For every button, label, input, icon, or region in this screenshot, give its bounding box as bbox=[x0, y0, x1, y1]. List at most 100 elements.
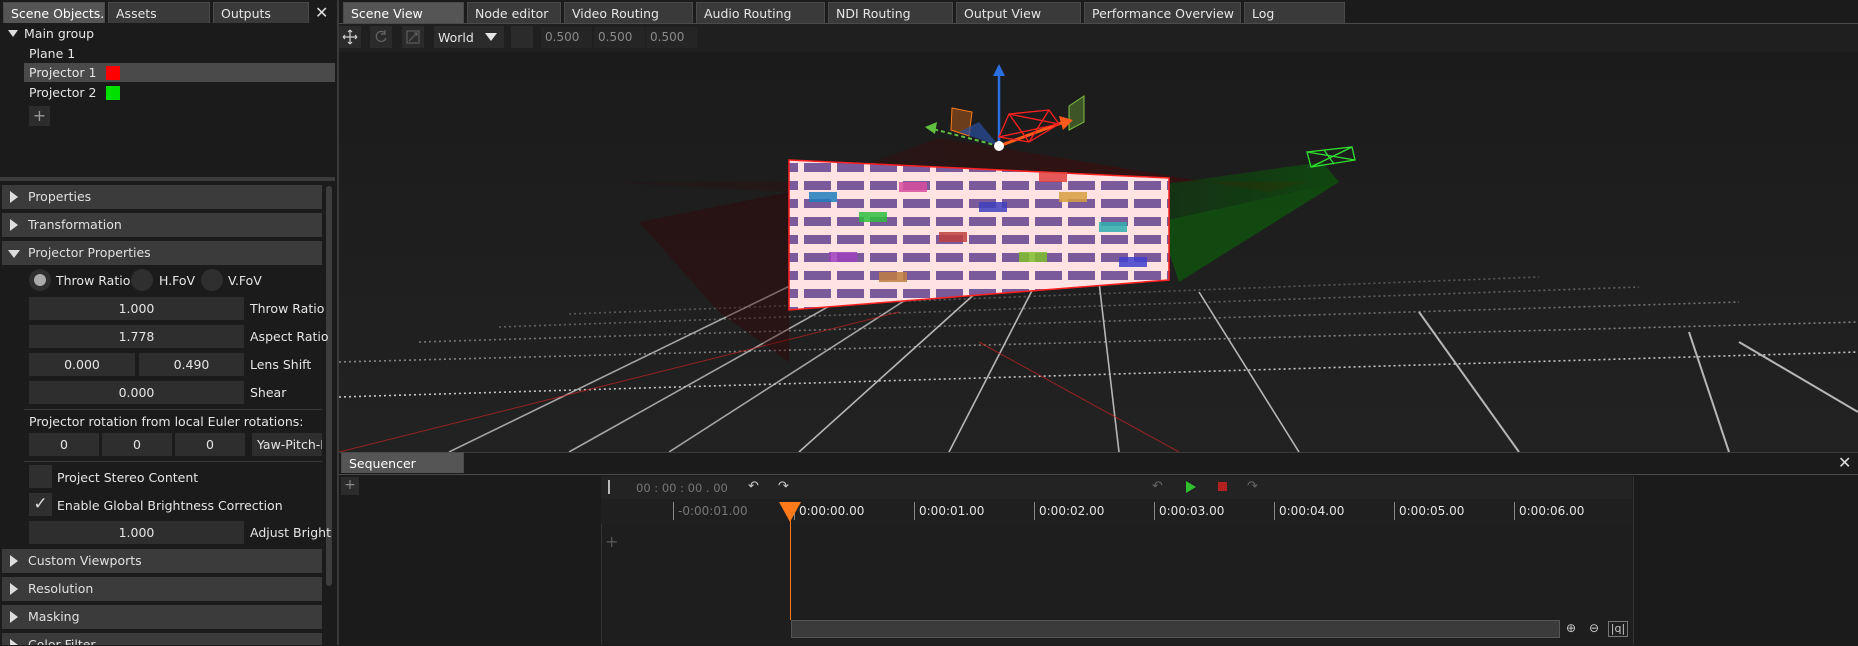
toolbar-value-y[interactable]: 0.500 bbox=[594, 27, 645, 48]
tree-group-label[interactable]: Main group bbox=[24, 26, 94, 41]
projector-2-color-swatch[interactable] bbox=[106, 86, 120, 100]
rotate-tool-icon[interactable] bbox=[370, 26, 392, 48]
tab-ndi-routing[interactable]: NDI Routing bbox=[828, 2, 953, 23]
section-label: Resolution bbox=[28, 581, 94, 596]
tick-label: 0:00:04.00 bbox=[1273, 502, 1345, 520]
radio-vfov[interactable] bbox=[201, 269, 223, 291]
toolbar-value-z[interactable]: 0.500 bbox=[646, 27, 697, 48]
stereo-label: Project Stereo Content bbox=[57, 470, 199, 485]
projector-1-color-swatch[interactable] bbox=[106, 66, 120, 80]
section-label: Transformation bbox=[28, 217, 122, 232]
aspect-ratio-field[interactable]: 1.778 bbox=[29, 325, 244, 348]
rotation-caption: Projector rotation from local Euler rota… bbox=[29, 414, 304, 429]
section-color-filter[interactable]: Color Filter bbox=[2, 633, 322, 645]
lens-shift-label: Lens Shift bbox=[250, 357, 312, 372]
expand-arrow-icon bbox=[10, 191, 18, 203]
lens-shift-x-field[interactable]: 0.000 bbox=[29, 353, 135, 376]
tree-item-projector-2[interactable]: Projector 2 bbox=[29, 85, 96, 100]
loop-start-icon[interactable]: ↶ bbox=[748, 479, 759, 494]
tab-assets[interactable]: Assets bbox=[108, 2, 210, 23]
tab-node-editor[interactable]: Node editor bbox=[467, 2, 561, 23]
move-tool-icon[interactable] bbox=[339, 26, 361, 48]
space-select[interactable]: World bbox=[434, 26, 504, 48]
sequencer-tab-line bbox=[339, 474, 1858, 475]
tick-label: 0:00:01.00 bbox=[913, 502, 985, 520]
tab-video-routing[interactable]: Video Routing bbox=[564, 2, 693, 23]
stereo-checkbox[interactable] bbox=[29, 465, 52, 488]
section-masking[interactable]: Masking bbox=[2, 605, 322, 629]
brightness-label: Enable Global Brightness Correction bbox=[57, 498, 283, 513]
brightness-adjust-label: Adjust Bright bbox=[250, 525, 331, 540]
tick-label: 0:00:00.00 bbox=[793, 502, 865, 520]
expand-arrow-icon bbox=[10, 611, 18, 623]
panel-splitter[interactable] bbox=[0, 177, 335, 181]
playhead-line bbox=[790, 520, 791, 620]
section-resolution[interactable]: Resolution bbox=[2, 577, 322, 601]
section-transformation[interactable]: Transformation bbox=[2, 213, 322, 237]
tree-item-plane-1[interactable]: Plane 1 bbox=[29, 46, 75, 61]
divider bbox=[24, 461, 322, 462]
tab-scene-view[interactable]: Scene View bbox=[343, 2, 464, 23]
group-expand-icon[interactable] bbox=[8, 30, 18, 37]
section-label: Projector Properties bbox=[28, 245, 151, 260]
tab-output-view[interactable]: Output View bbox=[956, 2, 1081, 23]
brightness-checkbox[interactable]: ✓ bbox=[29, 493, 52, 516]
play-icon[interactable] bbox=[1186, 481, 1196, 493]
section-label: Custom Viewports bbox=[28, 553, 142, 568]
section-projector-properties[interactable]: Projector Properties bbox=[2, 241, 322, 265]
section-properties[interactable]: Properties bbox=[2, 185, 322, 209]
rotation-yaw-field[interactable]: 0 bbox=[29, 433, 99, 456]
close-icon[interactable]: ✕ bbox=[315, 5, 328, 21]
timeline-ruler[interactable] bbox=[601, 499, 1632, 524]
forward-icon[interactable]: ↷ bbox=[1247, 479, 1258, 494]
add-keyframe-icon[interactable]: + bbox=[605, 532, 618, 551]
toolbar-value-x[interactable]: 0.500 bbox=[541, 27, 592, 48]
aspect-ratio-label: Aspect Ratio bbox=[250, 329, 329, 344]
tab-outputs[interactable]: Outputs bbox=[213, 2, 309, 23]
tree-item-projector-1[interactable]: Projector 1 bbox=[29, 65, 96, 80]
snap-toggle[interactable] bbox=[511, 26, 533, 48]
playhead-handle[interactable] bbox=[779, 502, 801, 522]
rotation-mode-select[interactable]: Yaw-Pitch-R bbox=[252, 433, 322, 456]
scale-tool-icon[interactable] bbox=[402, 26, 424, 48]
section-custom-viewports[interactable]: Custom Viewports bbox=[2, 549, 322, 573]
expand-arrow-icon bbox=[10, 555, 18, 567]
sequencer-close-icon[interactable]: ✕ bbox=[1838, 455, 1851, 471]
radio-throw-ratio-label: Throw Ratio bbox=[56, 273, 131, 288]
loop-end-icon[interactable]: ↷ bbox=[778, 479, 789, 494]
section-label: Color Filter bbox=[28, 637, 96, 645]
timeline-scrollbar[interactable] bbox=[791, 620, 1560, 638]
add-object-button[interactable]: + bbox=[29, 106, 50, 126]
scene-render bbox=[339, 52, 1858, 452]
radio-throw-ratio[interactable] bbox=[29, 269, 51, 291]
expand-arrow-icon bbox=[10, 639, 18, 645]
radio-hfov-label: H.FoV bbox=[159, 273, 196, 288]
tab-performance-overview[interactable]: Performance Overview bbox=[1084, 2, 1241, 23]
marker-icon[interactable] bbox=[608, 480, 610, 494]
stop-icon[interactable] bbox=[1218, 482, 1227, 491]
lens-shift-y-field[interactable]: 0.490 bbox=[139, 353, 244, 376]
timecode-display: 00 : 00 : 00 . 00 bbox=[636, 481, 728, 495]
tab-log[interactable]: Log bbox=[1244, 2, 1345, 23]
divider bbox=[24, 409, 322, 410]
throw-ratio-field[interactable]: 1.000 bbox=[29, 297, 244, 320]
chevron-down-icon bbox=[485, 33, 497, 41]
rotation-roll-field[interactable]: 0 bbox=[175, 433, 245, 456]
tick-label: 0:00:02.00 bbox=[1033, 502, 1105, 520]
tab-audio-routing[interactable]: Audio Routing bbox=[696, 2, 825, 23]
tab-scene-objects[interactable]: Scene Objects... bbox=[3, 2, 105, 23]
zoom-out-icon[interactable]: ⊖ bbox=[1585, 621, 1603, 637]
throw-ratio-label: Throw Ratio bbox=[250, 301, 325, 316]
tick-label: 0:00:03.00 bbox=[1153, 502, 1225, 520]
tick-label: 0:00:05.00 bbox=[1393, 502, 1465, 520]
tab-sequencer[interactable]: Sequencer bbox=[341, 452, 464, 473]
add-track-button[interactable]: + bbox=[341, 477, 359, 495]
radio-hfov[interactable] bbox=[131, 269, 153, 291]
brightness-field[interactable]: 1.000 bbox=[29, 521, 244, 544]
shear-field[interactable]: 0.000 bbox=[29, 381, 244, 404]
zoom-fit-icon[interactable]: |q| bbox=[1608, 621, 1628, 637]
rotation-pitch-field[interactable]: 0 bbox=[102, 433, 172, 456]
scene-viewport[interactable] bbox=[339, 52, 1858, 452]
zoom-in-icon[interactable]: ⊕ bbox=[1562, 621, 1580, 637]
rewind-icon[interactable]: ↶ bbox=[1152, 479, 1163, 494]
